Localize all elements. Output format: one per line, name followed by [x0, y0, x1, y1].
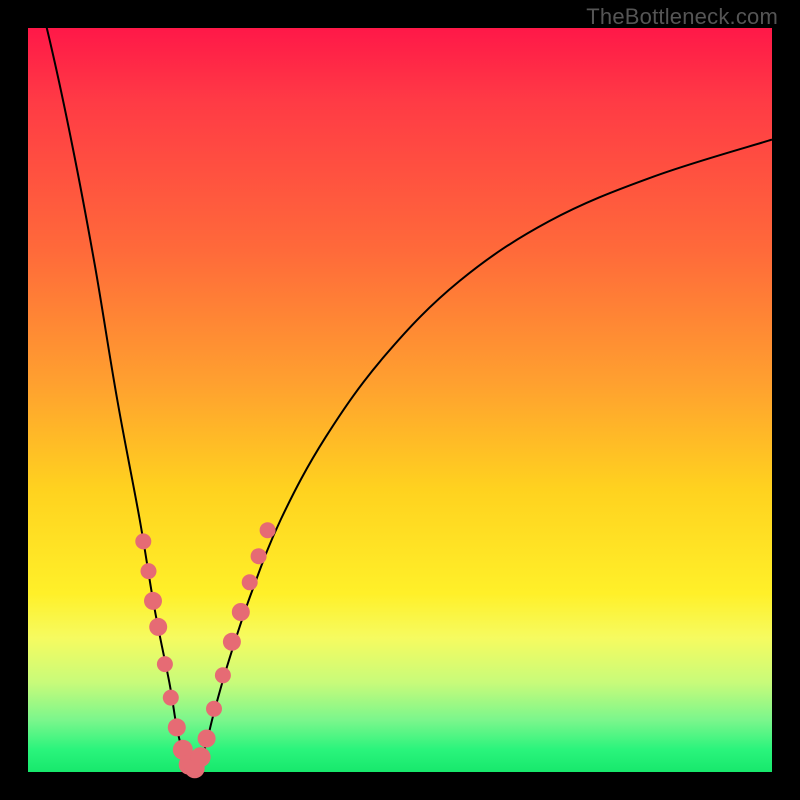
chart-svg	[28, 28, 772, 772]
highlight-marker	[242, 574, 258, 590]
highlight-marker	[232, 603, 250, 621]
highlight-marker	[149, 618, 167, 636]
highlight-marker	[198, 730, 216, 748]
plot-area	[28, 28, 772, 772]
highlight-marker	[157, 656, 173, 672]
highlight-marker	[191, 747, 211, 767]
marker-group	[135, 522, 275, 778]
highlight-marker	[260, 522, 276, 538]
highlight-marker	[163, 690, 179, 706]
highlight-marker	[223, 633, 241, 651]
bottleneck-curve	[28, 0, 772, 772]
highlight-marker	[135, 533, 151, 549]
highlight-marker	[251, 548, 267, 564]
highlight-marker	[144, 592, 162, 610]
highlight-marker	[206, 701, 222, 717]
highlight-marker	[141, 563, 157, 579]
highlight-marker	[215, 667, 231, 683]
watermark-text: TheBottleneck.com	[586, 4, 778, 30]
frame: TheBottleneck.com	[0, 0, 800, 800]
highlight-marker	[168, 718, 186, 736]
